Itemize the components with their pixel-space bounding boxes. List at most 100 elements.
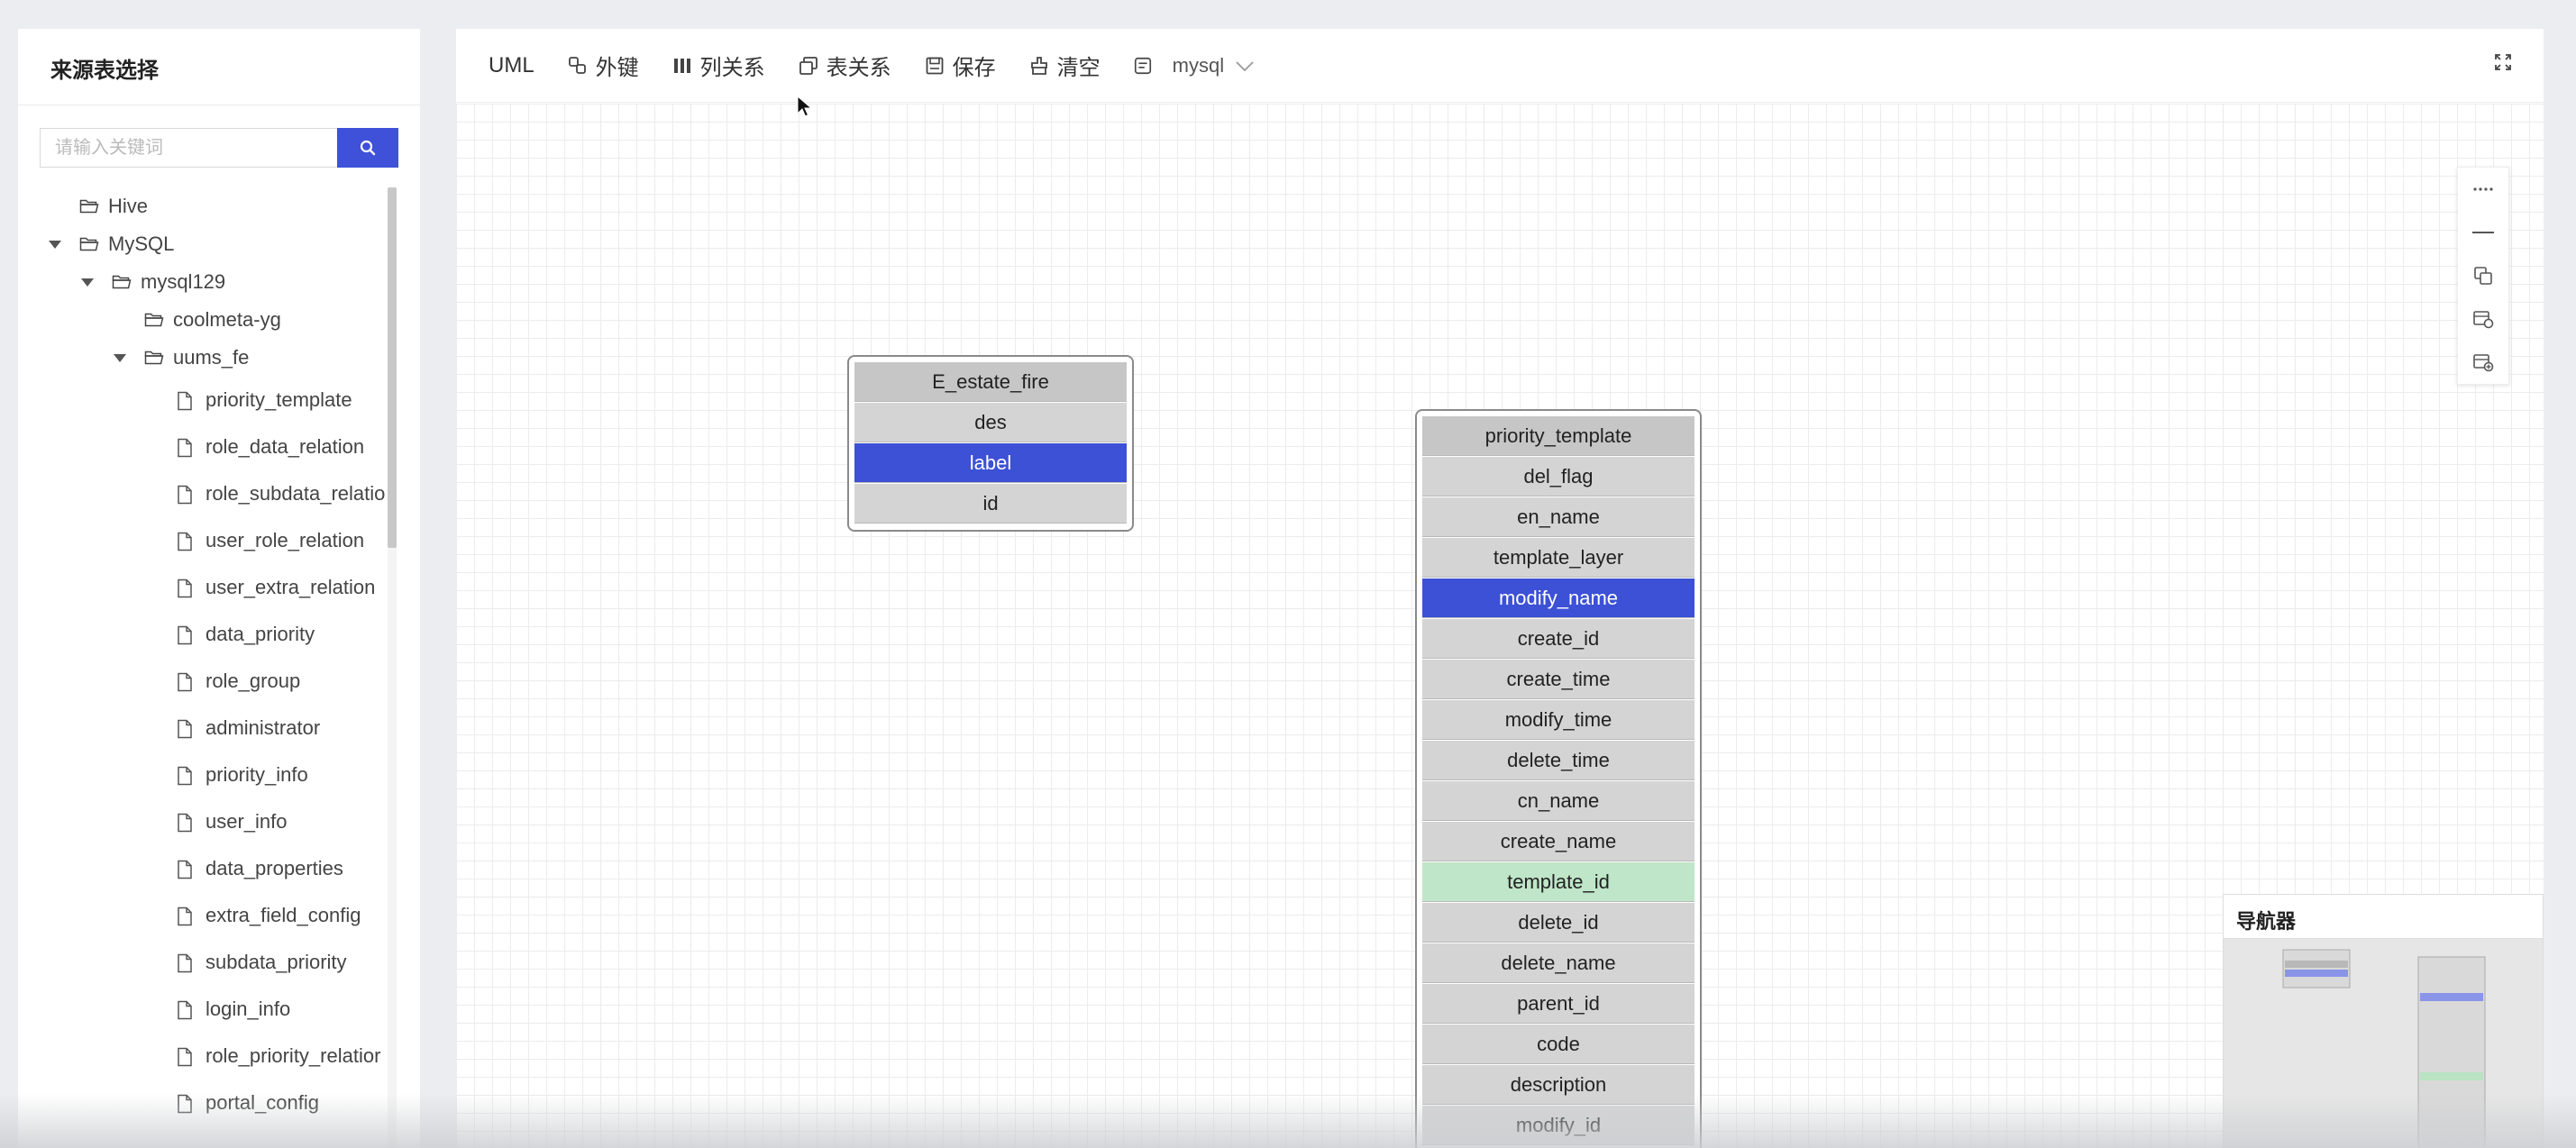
er-column-row[interactable]: en_name (1422, 497, 1694, 537)
more-icon[interactable] (2458, 168, 2508, 211)
er-table-e-estate-fire[interactable]: E_estate_fire des label id (847, 355, 1134, 532)
tree-item-label: role_data_relation (206, 435, 365, 458)
er-column-row[interactable]: des (854, 403, 1127, 442)
er-column-row[interactable]: label (854, 443, 1127, 483)
tree-item-label: extra_field_config (206, 904, 361, 926)
tree-item-folder[interactable]: coolmeta-yg (18, 301, 388, 339)
er-column-row[interactable]: cn_name (1422, 781, 1694, 821)
er-table-header[interactable]: priority_template (1422, 416, 1694, 456)
file-icon (177, 719, 193, 739)
tree-item-table[interactable]: portal_config (18, 1080, 388, 1126)
er-column-row[interactable]: create_name (1422, 822, 1694, 861)
tree-item-table[interactable]: role_priority_relatior (18, 1033, 388, 1080)
tree-item-label: coolmeta-yg (173, 308, 281, 331)
fullscreen-icon[interactable] (2493, 52, 2513, 77)
tree-item-label: role_priority_relatior (206, 1044, 381, 1067)
tree-item-label: data_properties (206, 857, 343, 879)
column-relation-label: 列关系 (699, 56, 765, 80)
tree-item-table[interactable]: data_priority (18, 611, 388, 658)
er-column-row[interactable]: del_flag (1422, 457, 1694, 497)
panel-title: 来源表选择 (50, 59, 159, 83)
db-type-select[interactable]: mysql (1133, 54, 1255, 77)
er-column-row[interactable]: id (854, 484, 1127, 524)
uml-label: UML (489, 52, 534, 77)
er-column-row[interactable]: modify_name (1422, 579, 1694, 618)
caret-down-icon[interactable] (49, 241, 61, 249)
tree-item-table[interactable]: administrator (18, 705, 388, 752)
source-table-panel: 来源表选择 Hive MySQL mysql129 coolmeta-yg uums_f… (18, 29, 420, 1148)
er-column-row[interactable]: modify_id (1422, 1106, 1694, 1145)
file-icon (177, 953, 193, 973)
table-relation-icon (798, 55, 819, 77)
save-label: 保存 (952, 56, 996, 80)
tree-item-table[interactable]: login_info (18, 986, 388, 1033)
search-icon (360, 140, 376, 156)
uml-button[interactable]: UML (489, 53, 534, 78)
er-table-header[interactable]: E_estate_fire (854, 362, 1127, 402)
er-column-row[interactable]: create_id (1422, 619, 1694, 659)
search-button[interactable] (337, 128, 398, 168)
save-icon (924, 55, 945, 77)
er-column-row[interactable]: modify_time (1422, 700, 1694, 740)
tree-item-table[interactable]: role_subdata_relatio (18, 470, 388, 517)
tree-item-folder[interactable]: Hive (18, 187, 388, 225)
tree-item-table[interactable]: subdata_priority (18, 939, 388, 986)
search-input[interactable] (40, 128, 337, 168)
tree-item-table[interactable]: user_role_relation (18, 517, 388, 564)
tree-item-table[interactable]: priority_info (18, 752, 388, 798)
navigator-minimap[interactable] (2224, 939, 2543, 1147)
minus-icon[interactable] (2458, 211, 2508, 254)
folder-icon (144, 349, 164, 365)
table-settings-icon[interactable] (2458, 297, 2508, 341)
tree-item-table[interactable]: extra_field_config (18, 892, 388, 939)
scrollbar-thumb[interactable] (388, 187, 397, 548)
er-column-row[interactable]: code (1422, 1025, 1694, 1064)
er-table-priority-template[interactable]: priority_template del_flag en_name template… (1415, 409, 1702, 1148)
tree-item-table[interactable]: role_data_relation (18, 424, 388, 470)
table-relation-button[interactable]: 表关系 (798, 50, 891, 81)
er-column-row[interactable]: delete_time (1422, 741, 1694, 780)
clear-button[interactable]: 清空 (1028, 50, 1101, 81)
column-relation-button[interactable]: 列关系 (671, 50, 765, 81)
tree-item-folder[interactable]: uums_fe (18, 339, 388, 377)
er-column-row[interactable]: delete_name (1422, 943, 1694, 983)
file-icon (177, 1000, 193, 1020)
er-column-row[interactable]: parent_id (1422, 984, 1694, 1024)
tree-item-label: subdata_priority (206, 951, 347, 973)
navigator-panel: 导航器 (2223, 894, 2544, 1148)
tree-item-label: MySQL (108, 232, 175, 255)
tree-item-table[interactable]: user_extra_relation (18, 564, 388, 611)
er-column-row[interactable]: template_layer (1422, 538, 1694, 578)
file-icon (177, 813, 193, 833)
folder-icon (112, 273, 132, 289)
caret-down-icon[interactable] (114, 354, 126, 362)
foreign-key-button[interactable]: 外键 (567, 50, 639, 81)
er-column-row[interactable]: template_id (1422, 862, 1694, 902)
copy-icon[interactable] (2458, 254, 2508, 297)
save-button[interactable]: 保存 (924, 50, 996, 81)
folder-icon (79, 235, 99, 251)
tree-item-folder[interactable]: MySQL (18, 225, 388, 263)
er-column-row[interactable]: create_time (1422, 660, 1694, 699)
tree-item-folder[interactable]: mysql129 (18, 263, 388, 301)
caret-down-icon[interactable] (81, 278, 94, 287)
er-column-row[interactable]: description (1422, 1065, 1694, 1105)
clear-label: 清空 (1056, 56, 1101, 80)
table-add-icon[interactable] (2458, 341, 2508, 384)
tree-item-label: login_info (206, 998, 291, 1020)
tree-item-label: mysql129 (141, 270, 226, 293)
er-column-row[interactable]: delete_id (1422, 903, 1694, 943)
tree-item-label: administrator (206, 716, 321, 739)
tree-item-table[interactable]: user_info (18, 798, 388, 845)
tree-item-table[interactable]: data_properties (18, 845, 388, 892)
columns-icon (671, 55, 693, 77)
foreign-key-icon (567, 55, 589, 77)
folder-icon (79, 197, 99, 214)
toolbar: UML 外键 列关系 表关系 保存 清空 mysql (456, 29, 2544, 103)
chevron-down-icon (1235, 54, 1255, 77)
tree-item-label: user_role_relation (206, 529, 365, 551)
tree-item-table[interactable]: priority_template (18, 377, 388, 424)
file-icon (177, 860, 193, 879)
file-icon (177, 672, 193, 692)
tree-item-table[interactable]: role_group (18, 658, 388, 705)
